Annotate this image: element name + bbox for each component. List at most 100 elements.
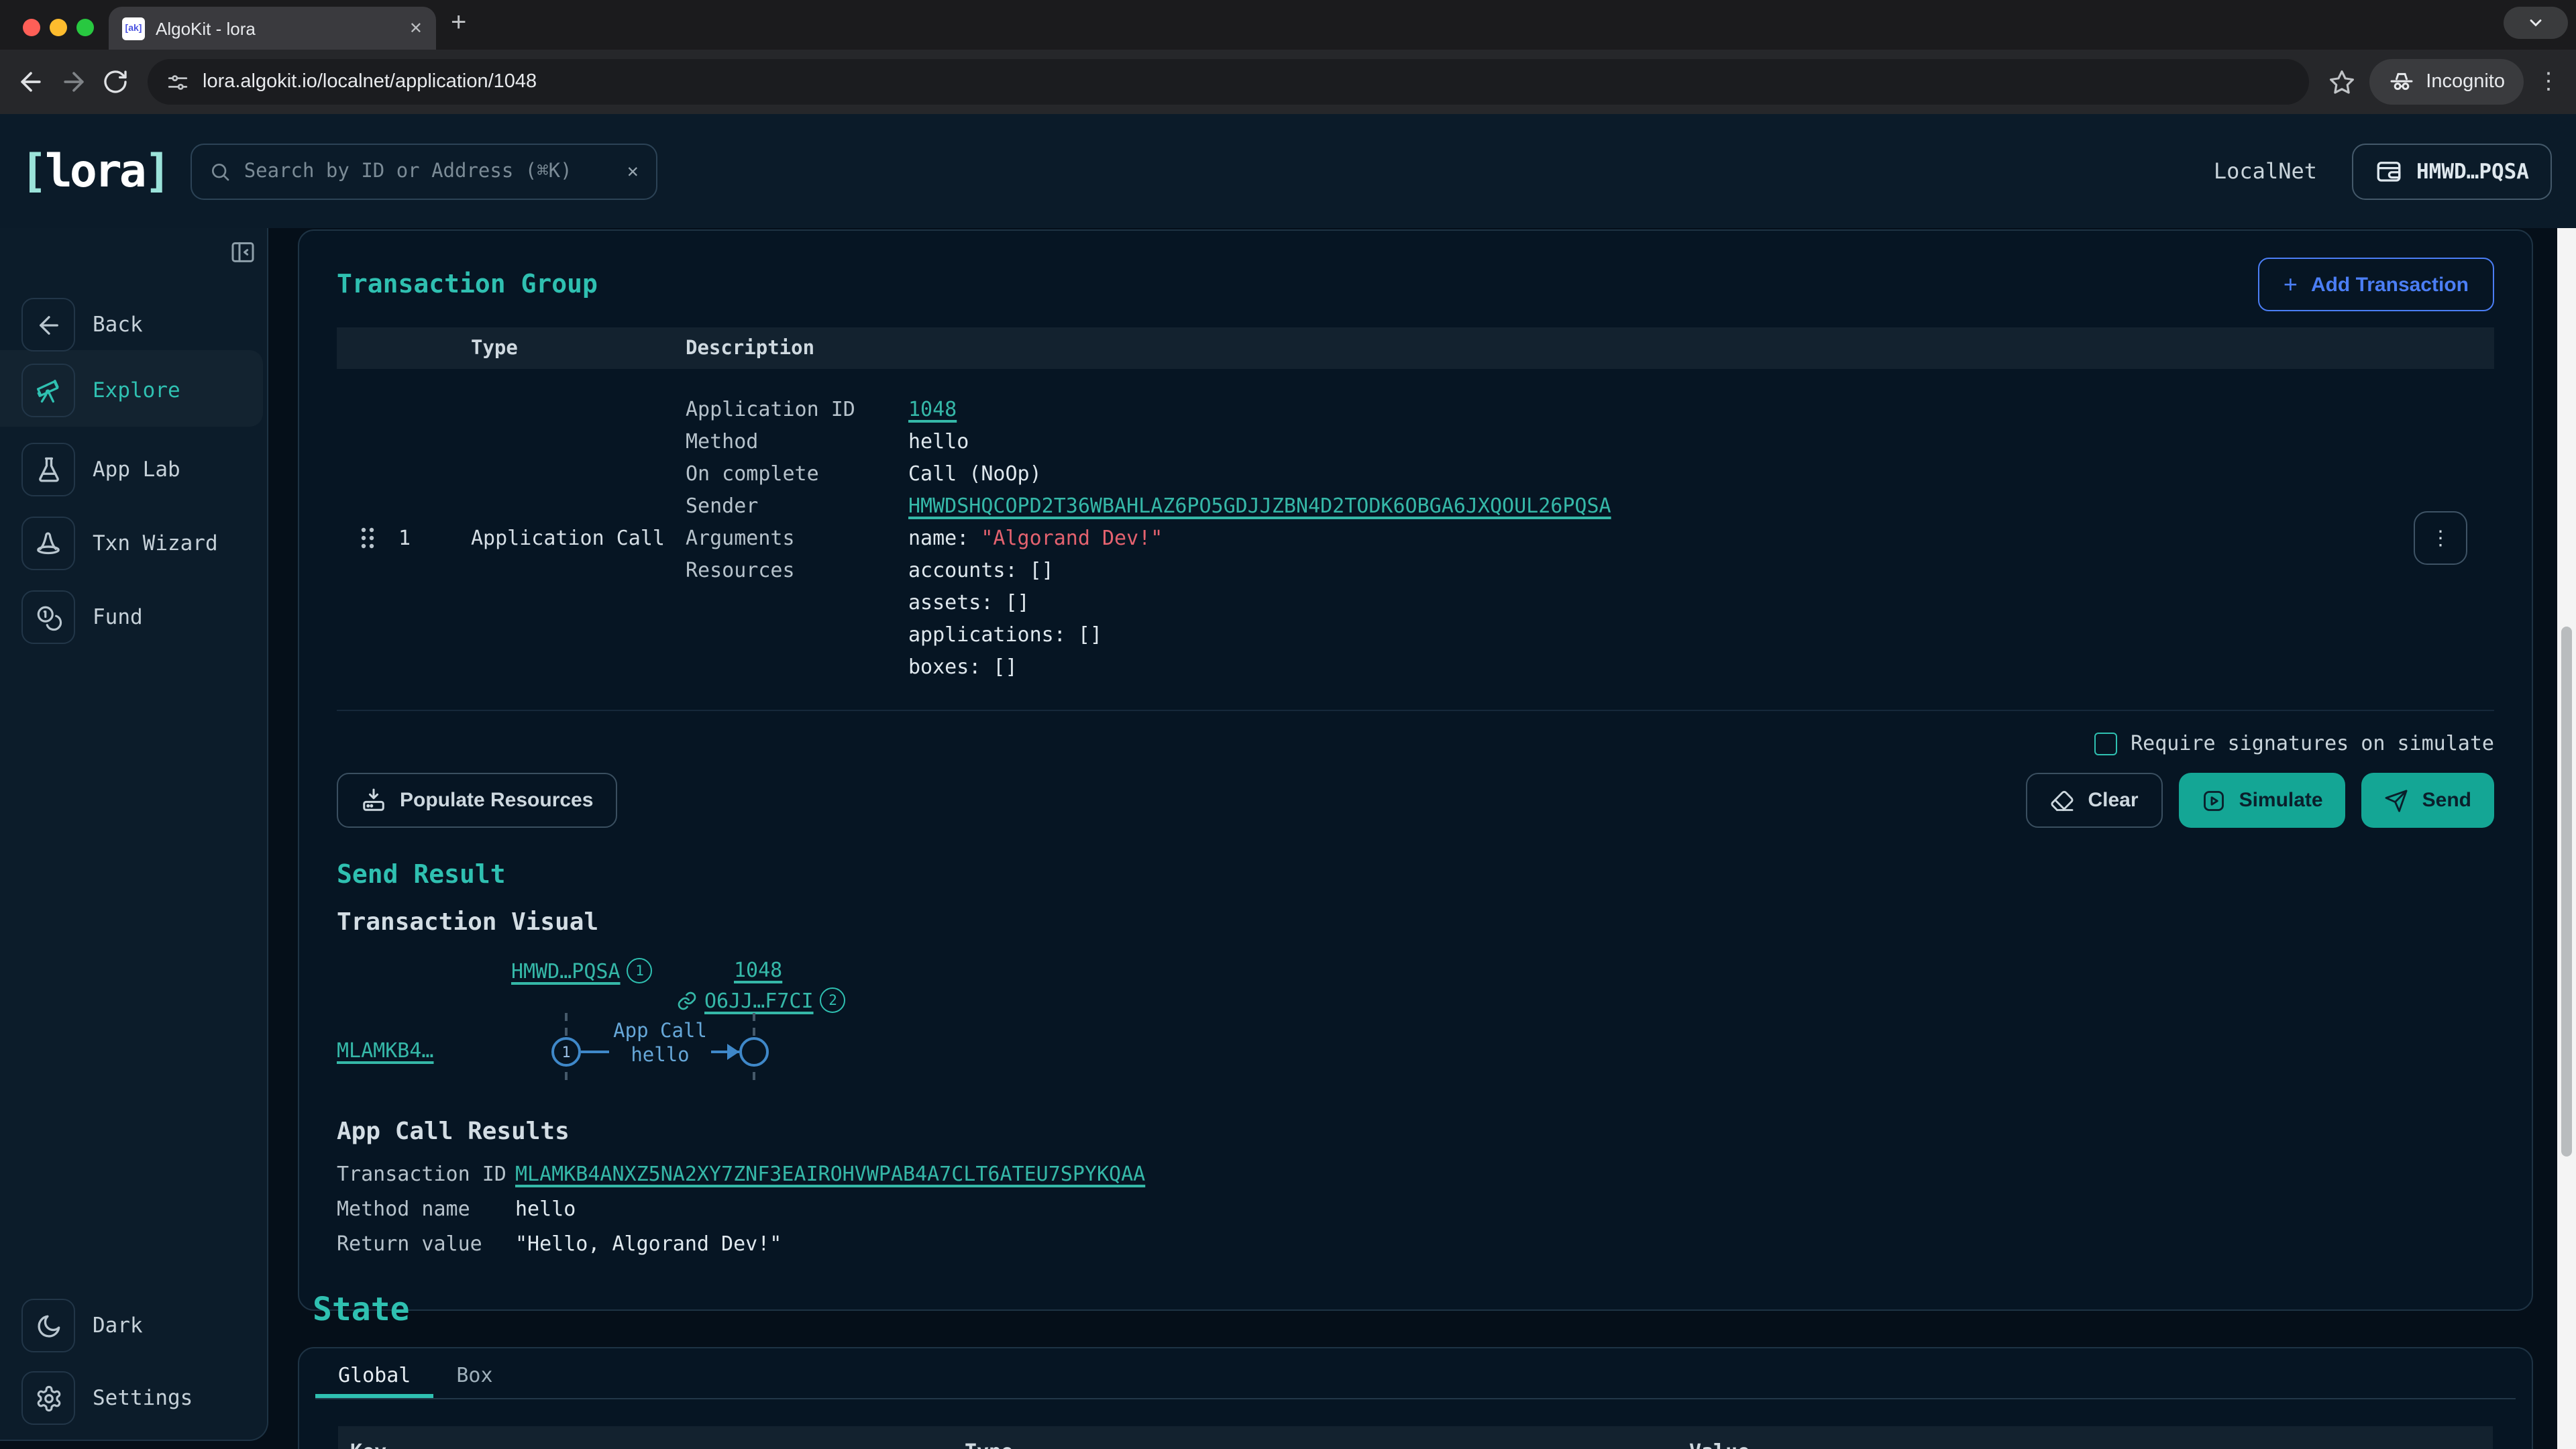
transaction-description: Application ID 1048 Method hello On comp… — [686, 393, 2387, 683]
header-right: LocalNet HMWD…PQSA — [2214, 143, 2552, 199]
search-input[interactable]: Search by ID or Address (⌘K) ✕ — [191, 143, 657, 199]
bookmark-star-icon[interactable] — [2328, 68, 2356, 96]
populate-resources-button[interactable]: Populate Resources — [337, 773, 617, 828]
sidebar-item-back[interactable]: Back — [21, 298, 143, 352]
app-header: [lora] Search by ID or Address (⌘K) ✕ Lo… — [0, 114, 2576, 228]
field-label: On complete — [686, 458, 908, 490]
browser-toolbar: lora.algokit.io/localnet/application/104… — [0, 50, 2576, 114]
edge-label-method: hello — [609, 1044, 711, 1068]
kebab-icon: ⋮ — [2430, 526, 2451, 550]
argument-name: name: — [908, 526, 981, 550]
send-result-title: Send Result — [337, 860, 2494, 890]
group-id-badge: 2 — [820, 987, 846, 1013]
new-tab-button[interactable]: + — [451, 8, 466, 39]
sidebar-item-label: App Lab — [93, 458, 180, 482]
app-id-link[interactable]: 1048 — [734, 958, 782, 982]
transaction-id-link[interactable]: MLAMKB4ANXZ5NA2XY7ZNF3EAIROHVWPAB4A7CLT6… — [515, 1162, 1145, 1186]
page-scrollbar[interactable] — [2557, 228, 2576, 1449]
send-button[interactable]: Send — [2362, 773, 2494, 828]
incognito-badge: Incognito — [2369, 59, 2524, 105]
tab-close-icon[interactable]: ✕ — [409, 19, 423, 38]
sender-node[interactable]: 1 — [551, 1037, 581, 1067]
transaction-id-short-link[interactable]: MLAMKB4… — [337, 1038, 434, 1063]
simulate-button[interactable]: Simulate — [2179, 773, 2346, 828]
app-body: Back Explore App Lab Txn Wizard Fund Dar — [0, 228, 2576, 1449]
sidebar-item-app-lab[interactable]: App Lab — [21, 443, 180, 496]
site-settings-icon[interactable] — [166, 70, 189, 93]
browser-tab[interactable]: [ak] AlgoKit - lora ✕ — [109, 7, 436, 50]
from-account-link[interactable]: HMWD…PQSA — [511, 959, 621, 983]
field-label: Method — [686, 425, 908, 458]
browser-menu-icon[interactable]: ⋮ — [2537, 68, 2560, 95]
link-icon — [676, 989, 698, 1011]
wizard-hat-icon — [34, 529, 63, 558]
on-complete-value: Call (NoOp) — [908, 458, 2387, 490]
sidebar-item-label: Txn Wizard — [93, 531, 218, 555]
visual-from-account[interactable]: HMWD…PQSA 1 — [511, 958, 653, 983]
send-label: Send — [2422, 789, 2471, 812]
add-transaction-button[interactable]: + Add Transaction — [2258, 258, 2494, 311]
reload-icon[interactable] — [102, 68, 129, 95]
sidebar-item-fund[interactable]: Fund — [21, 590, 143, 644]
group-id-link[interactable]: O6JJ…F7CI — [704, 988, 814, 1012]
sidebar-item-dark-mode[interactable]: Dark — [21, 1299, 143, 1352]
sidebar-item-label: Explore — [93, 378, 180, 402]
sender-address-link[interactable]: HMWDSHQCOPD2T36WBAHLAZ6PO5GDJJZBN4D2TODK… — [908, 494, 1611, 518]
transaction-table-header: Type Description — [337, 327, 2494, 369]
transaction-visual-title: Transaction Visual — [337, 908, 2494, 936]
flask-icon — [34, 455, 62, 484]
back-icon[interactable] — [16, 67, 46, 97]
logo-bracket-close: ] — [144, 144, 169, 198]
url-text[interactable]: lora.algokit.io/localnet/application/104… — [203, 71, 537, 93]
window-close-button[interactable] — [23, 19, 40, 36]
resources-assets: assets: [] — [908, 586, 2387, 619]
tab-favicon: [ak] — [122, 17, 145, 40]
window-zoom-button[interactable] — [76, 19, 94, 36]
sidebar-item-explore[interactable]: Explore — [21, 364, 180, 417]
window-minimize-button[interactable] — [50, 19, 67, 36]
clear-button[interactable]: Clear — [2027, 773, 2163, 828]
tab-global[interactable]: Global — [315, 1356, 433, 1398]
tab-overflow-chevron[interactable] — [2504, 7, 2568, 39]
transaction-visual-diagram: HMWD…PQSA 1 1048 O6JJ…F7CI 2 MLAMKB4… — [337, 955, 2494, 1096]
transaction-type: Application Call — [471, 526, 686, 550]
screen: [ak] AlgoKit - lora ✕ + lora.algokit.io/… — [0, 0, 2576, 1449]
sidebar-collapse-icon[interactable] — [229, 239, 256, 266]
simulate-label: Simulate — [2239, 789, 2323, 812]
result-label: Method name — [337, 1191, 515, 1226]
drag-handle-icon[interactable] — [337, 526, 398, 550]
field-label: Application ID — [686, 393, 908, 425]
sidebar-item-label: Settings — [93, 1386, 193, 1410]
column-key: Key — [350, 1440, 965, 1449]
from-account-badge: 1 — [627, 958, 653, 983]
visual-row-transaction[interactable]: MLAMKB4… — [337, 1038, 434, 1063]
scrollbar-thumb[interactable] — [2561, 627, 2572, 1157]
require-signatures-checkbox[interactable] — [2094, 732, 2117, 755]
edge-label-type: App Call — [609, 1020, 711, 1044]
edge-arrowhead-icon — [727, 1044, 739, 1060]
forward-icon[interactable] — [59, 67, 89, 97]
search-clear-icon[interactable]: ✕ — [627, 160, 639, 182]
eraser-icon — [2051, 788, 2075, 812]
lora-logo[interactable]: [lora] — [20, 144, 169, 198]
download-icon — [361, 788, 386, 813]
populate-resources-label: Populate Resources — [400, 789, 593, 812]
wallet-address: HMWD…PQSA — [2416, 159, 2529, 183]
url-bar[interactable]: lora.algokit.io/localnet/application/104… — [148, 59, 2309, 105]
visual-group-id[interactable]: O6JJ…F7CI 2 — [676, 987, 846, 1013]
network-label[interactable]: LocalNet — [2214, 158, 2317, 184]
play-square-icon — [2202, 788, 2226, 812]
return-value: "Hello, Algorand Dev!" — [515, 1226, 2494, 1261]
app-node[interactable] — [739, 1037, 769, 1067]
sidebar-item-txn-wizard[interactable]: Txn Wizard — [21, 517, 218, 570]
tab-box[interactable]: Box — [433, 1356, 515, 1398]
transaction-row[interactable]: 1 Application Call Application ID 1048 M… — [337, 369, 2494, 711]
visual-app-id[interactable]: 1048 — [734, 958, 782, 982]
incognito-label: Incognito — [2426, 71, 2505, 93]
sidebar-item-settings[interactable]: Settings — [21, 1371, 193, 1425]
field-label: Arguments — [686, 522, 908, 554]
wallet-button[interactable]: HMWD…PQSA — [2352, 143, 2552, 199]
application-id-link[interactable]: 1048 — [908, 397, 957, 421]
gear-icon — [34, 1384, 62, 1412]
row-menu-button[interactable]: ⋮ — [2414, 511, 2467, 565]
